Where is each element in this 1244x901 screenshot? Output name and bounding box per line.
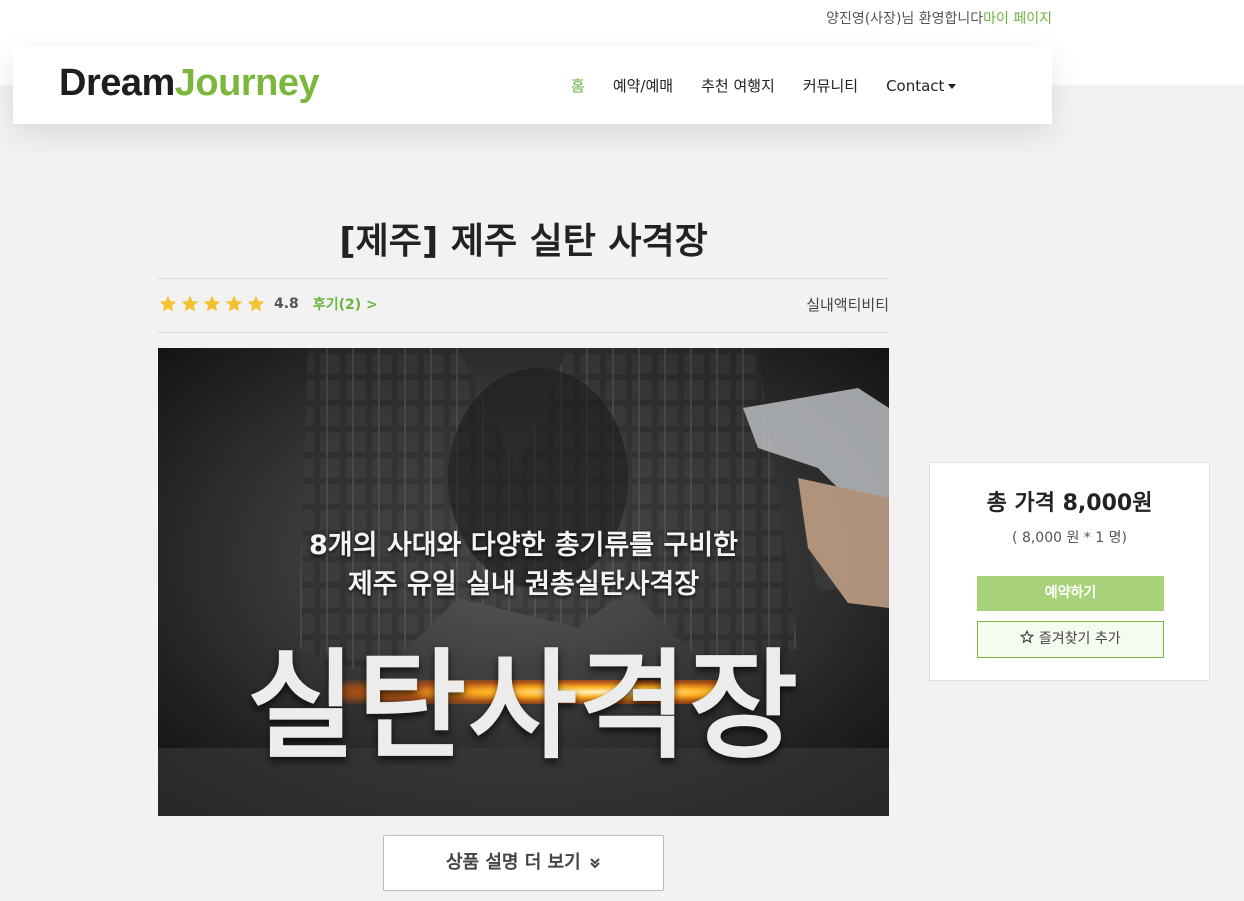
hero-subtitle-1: 8개의 사대와 다양한 총기류를 구비한 <box>309 530 738 561</box>
main-menu: 홈 예약/예매 추천 여행지 커뮤니티 Contact <box>571 75 957 96</box>
navbar: DreamJourney 홈 예약/예매 추천 여행지 커뮤니티 Contact <box>13 46 1052 124</box>
product-image: 8개의 사대와 다양한 총기류를 구비한 제주 유일 실내 권총실탄사격장 실탄… <box>158 348 889 816</box>
total-price: 총 가격 8,000원 <box>986 491 1153 516</box>
mypage-link[interactable]: 마이 페이지 <box>983 11 1052 27</box>
divider <box>158 332 889 333</box>
favorite-label: 즐겨찾기 추가 <box>1038 631 1121 647</box>
nav-item-community[interactable]: 커뮤니티 <box>803 75 858 96</box>
star-icon <box>181 295 199 312</box>
hero-subtitle-2: 제주 유일 실내 권총실탄사격장 <box>347 569 700 600</box>
star-icon <box>159 295 177 312</box>
price-detail: ( 8,000 원 * 1 명) <box>1012 530 1127 546</box>
user-bar: 양진영(사장)님 환영합니다마이 페이지 <box>826 8 1052 28</box>
star-icon <box>247 295 265 312</box>
welcome-text: 양진영(사장)님 환영합니다 <box>826 11 984 27</box>
hero-headline: 실탄사격장 <box>247 637 800 775</box>
price-panel: 총 가격 8,000원 ( 8,000 원 * 1 명) 예약하기 즐겨찾기 추… <box>929 462 1210 681</box>
star-icon <box>225 295 243 312</box>
divider <box>158 278 889 279</box>
category-label: 실내액티비티 <box>806 296 889 314</box>
rating-score: 4.8 <box>274 296 299 312</box>
more-description-button[interactable]: 상품 설명 더 보기 <box>383 835 664 891</box>
nav-item-booking[interactable]: 예약/예매 <box>613 75 673 96</box>
page-title: [제주] 제주 실탄 사격장 <box>339 221 708 262</box>
caret-down-icon <box>948 83 957 89</box>
logo-dream: Dream <box>59 62 175 104</box>
logo-journey: Journey <box>174 62 320 104</box>
nav-item-contact-label: Contact <box>886 76 945 95</box>
nav-item-recommended[interactable]: 추천 여행지 <box>701 75 775 96</box>
rating: 4.8 후기(2) > <box>158 294 378 314</box>
logo[interactable]: DreamJourney <box>59 62 320 105</box>
nav-item-contact[interactable]: Contact <box>886 76 957 95</box>
more-description-label: 상품 설명 더 보기 <box>445 852 581 873</box>
double-chevron-down-icon <box>590 858 600 869</box>
star-icon <box>203 295 221 312</box>
nav-item-home[interactable]: 홈 <box>571 75 585 96</box>
star-outline-icon <box>1020 629 1035 644</box>
book-button[interactable]: 예약하기 <box>977 576 1164 611</box>
favorite-button[interactable]: 즐겨찾기 추가 <box>977 621 1164 658</box>
reviews-link[interactable]: 후기(2) > <box>313 294 378 314</box>
